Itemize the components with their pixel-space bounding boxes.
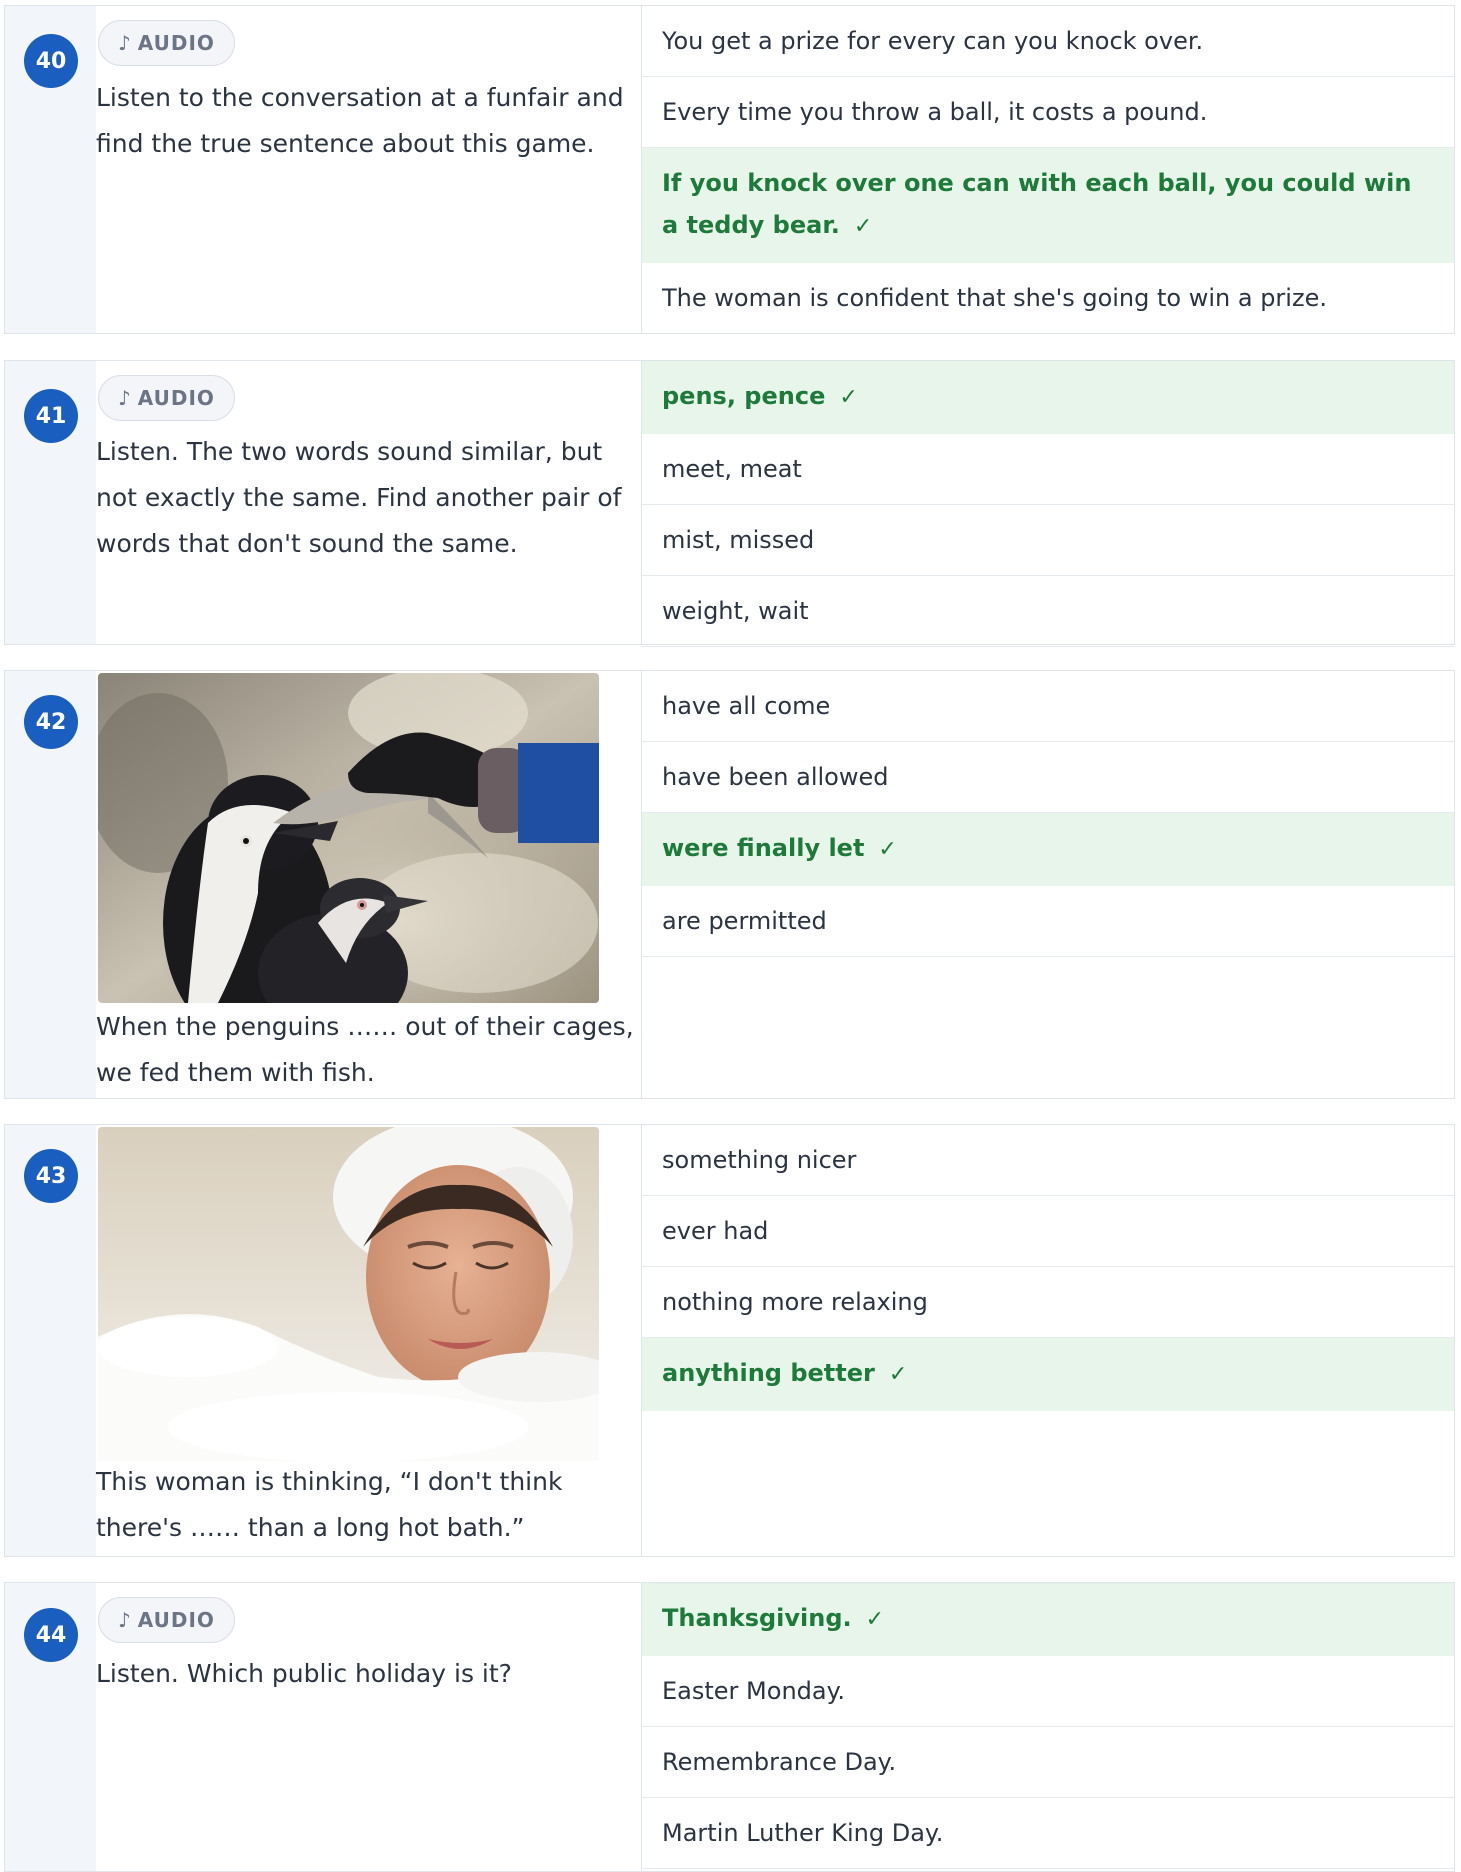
answer-option[interactable]: Every time you throw a ball, it costs a … (642, 77, 1454, 148)
audio-button[interactable]: ♪ AUDIO (98, 375, 235, 421)
answer-option[interactable]: Easter Monday. (642, 1656, 1454, 1727)
answer-option[interactable]: have been allowed (642, 742, 1454, 813)
answer-option-text: mist, missed (662, 526, 815, 554)
question-number-badge: 44 (24, 1608, 78, 1662)
answer-option-text: Martin Luther King Day. (662, 1819, 944, 1847)
answer-option-text: weight, wait (662, 597, 809, 625)
check-icon: ✓ (839, 385, 858, 410)
answer-option[interactable]: mist, missed (642, 505, 1454, 576)
question-number-badge: 41 (24, 389, 78, 443)
answer-option-text: meet, meat (662, 455, 802, 483)
answer-option[interactable]: are permitted (642, 886, 1454, 957)
check-icon: ✓ (878, 837, 897, 862)
question-content: ♪ AUDIO Listen. The two words sound simi… (96, 361, 642, 644)
question-content: ♪ AUDIO Listen. Which public holiday is … (96, 1583, 642, 1871)
answer-option-correct[interactable]: If you knock over one can with each ball… (642, 148, 1454, 263)
answer-option-text: You get a prize for every can you knock … (662, 27, 1204, 55)
question-prompt: Listen to the conversation at a funfair … (96, 83, 624, 158)
bath-photo (98, 1127, 599, 1461)
answer-option-text: nothing more relaxing (662, 1288, 928, 1316)
check-icon: ✓ (888, 1362, 908, 1387)
question-card-43: 43 This woman is thinking, “I don't thin… (4, 1124, 1455, 1557)
question-number-badge: 42 (24, 695, 78, 749)
question-number-badge: 40 (24, 34, 78, 88)
question-number-column: 43 (5, 1125, 96, 1556)
answer-option-text: Thanksgiving. (662, 1604, 852, 1632)
question-card-42: 42 When the penguins …… out of their cag… (4, 670, 1455, 1099)
question-content: This woman is thinking, “I don't think t… (96, 1125, 642, 1556)
answer-options: pens, pence ✓ meet, meat mist, missed wei… (642, 361, 1454, 647)
answer-option[interactable]: Martin Luther King Day. (642, 1798, 1454, 1869)
audio-label: AUDIO (137, 31, 215, 55)
answer-option-text: something nicer (662, 1146, 857, 1174)
question-number-column: 44 (5, 1583, 96, 1871)
question-number-badge: 43 (24, 1149, 78, 1203)
music-note-icon: ♪ (118, 1608, 132, 1632)
answer-options: You get a prize for every can you knock … (642, 6, 1454, 333)
answer-options: something nicer ever had nothing more re… (642, 1125, 1454, 1411)
answer-option-correct[interactable]: were finally let ✓ (642, 813, 1454, 886)
penguins-feeding-image (98, 673, 599, 1003)
check-icon: ✓ (853, 214, 873, 239)
answer-option-text: ever had (662, 1217, 769, 1245)
question-card-41: 41 ♪ AUDIO Listen. The two words sound s… (4, 360, 1455, 647)
question-number-column: 42 (5, 671, 96, 1098)
question-prompt: This woman is thinking, “I don't think t… (96, 1467, 563, 1542)
question-prompt: When the penguins …… out of their cages,… (96, 1012, 634, 1087)
answer-option-text: have been allowed (662, 763, 889, 791)
answer-options: Thanksgiving. ✓ Easter Monday. Remembranc… (642, 1583, 1454, 1869)
answer-option-text: anything better (662, 1359, 875, 1387)
question-content: When the penguins …… out of their cages,… (96, 671, 642, 1098)
question-number-column: 41 (5, 361, 96, 644)
penguins-photo (98, 673, 599, 1003)
answer-option[interactable]: Remembrance Day. (642, 1727, 1454, 1798)
answer-option[interactable]: something nicer (642, 1125, 1454, 1196)
question-card-40: 40 ♪ AUDIO Listen to the conversation at… (4, 5, 1455, 334)
answer-option-text: were finally let (662, 834, 865, 862)
answer-option-correct[interactable]: anything better ✓ (642, 1338, 1454, 1411)
answer-options: have all come have been allowed were fin… (642, 671, 1454, 957)
answer-option[interactable]: meet, meat (642, 434, 1454, 505)
music-note-icon: ♪ (118, 31, 132, 55)
woman-bath-image (98, 1127, 599, 1461)
music-note-icon: ♪ (118, 386, 132, 410)
answer-option-text: Easter Monday. (662, 1677, 845, 1705)
answer-option-text: pens, pence (662, 382, 826, 410)
audio-label: AUDIO (137, 386, 215, 410)
question-card-44: 44 ♪ AUDIO Listen. Which public holiday … (4, 1582, 1455, 1872)
answer-option[interactable]: The woman is confident that she's going … (642, 263, 1454, 333)
answer-option[interactable]: weight, wait (642, 576, 1454, 647)
answer-option-text: are permitted (662, 907, 827, 935)
answer-option-text: Remembrance Day. (662, 1748, 897, 1776)
audio-button[interactable]: ♪ AUDIO (98, 1597, 235, 1643)
question-prompt: Listen. Which public holiday is it? (96, 1659, 512, 1688)
question-prompt: Listen. The two words sound similar, but… (96, 437, 622, 558)
question-content: ♪ AUDIO Listen to the conversation at a … (96, 6, 642, 333)
answer-option-text: The woman is confident that she's going … (662, 284, 1327, 312)
answer-option[interactable]: You get a prize for every can you knock … (642, 6, 1454, 77)
question-number-column: 40 (5, 6, 96, 333)
answer-option[interactable]: nothing more relaxing (642, 1267, 1454, 1338)
audio-button[interactable]: ♪ AUDIO (98, 20, 235, 66)
answer-option-text: If you knock over one can with each ball… (662, 169, 1412, 239)
answer-option[interactable]: ever had (642, 1196, 1454, 1267)
check-icon: ✓ (865, 1607, 885, 1632)
audio-label: AUDIO (137, 1608, 215, 1632)
answer-option-correct[interactable]: pens, pence ✓ (642, 361, 1454, 434)
answer-option-text: have all come (662, 692, 831, 720)
answer-option[interactable]: have all come (642, 671, 1454, 742)
answer-option-correct[interactable]: Thanksgiving. ✓ (642, 1583, 1454, 1656)
answer-option-text: Every time you throw a ball, it costs a … (662, 98, 1208, 126)
